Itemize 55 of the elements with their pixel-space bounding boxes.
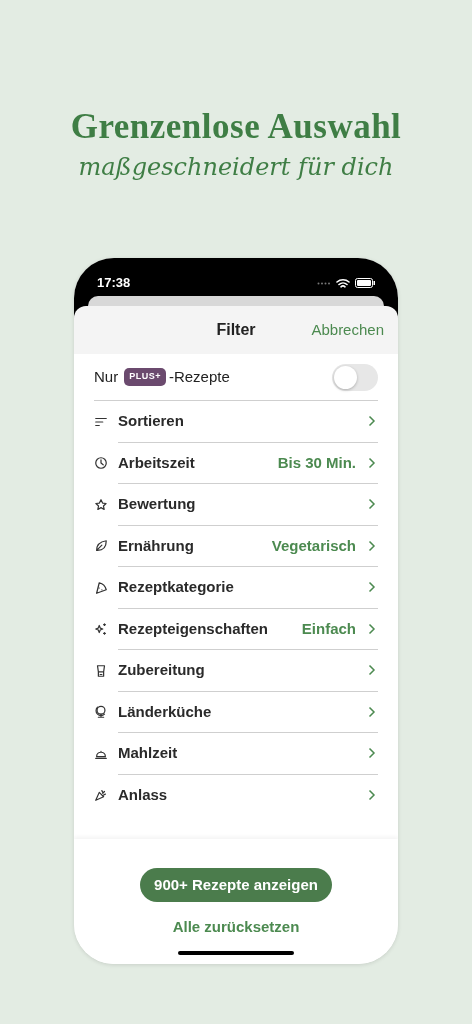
filter-label: Arbeitszeit (118, 452, 195, 473)
plus-badge: PLUS+ (124, 368, 166, 386)
wifi-icon (336, 277, 350, 289)
filter-label: Bewertung (118, 494, 196, 514)
toggle-label-suffix: -Rezepte (168, 366, 230, 387)
clock-icon (94, 456, 108, 471)
filter-value: Vegetarisch (271, 535, 356, 556)
party-popper-icon (94, 788, 108, 803)
reset-link[interactable]: Alle zurücksetzen (172, 916, 300, 939)
signal-icon (317, 281, 331, 285)
star-icon (94, 497, 108, 512)
filter-label: Zubereitung (118, 660, 205, 680)
leaf-icon (94, 539, 108, 554)
toggle-label-prefix: Nur (94, 366, 119, 387)
globe-icon (94, 705, 108, 720)
filter-row[interactable]: Bewertung (94, 484, 378, 526)
sparkles-icon (94, 622, 108, 637)
filter-row[interactable]: Rezeptkategorie (94, 567, 378, 609)
filter-row[interactable]: Sortieren (94, 401, 378, 443)
filter-value: Bis 30 Min. (277, 452, 356, 473)
chevron-icon (368, 539, 376, 552)
chevron-icon (368, 705, 376, 718)
status-time: 17:38 (97, 274, 131, 293)
chevron-icon (368, 622, 376, 635)
filter-label: Rezeptkategorie (118, 577, 234, 597)
blender-icon (94, 663, 108, 678)
filter-row[interactable]: Ernährung Vegetarisch (94, 525, 378, 567)
chevron-icon (368, 747, 376, 760)
pizza-slice-icon (94, 580, 108, 595)
cancel-button[interactable]: Abbrechen (311, 318, 384, 342)
filter-row[interactable]: Arbeitszeit Bis 30 Min. (94, 442, 378, 484)
filter-row[interactable]: Anlass (94, 774, 378, 816)
filter-label: Ernährung (118, 535, 194, 556)
show-recipes-button[interactable]: 900+ Rezepte anzeigen (140, 868, 332, 902)
filter-row[interactable]: Zubereitung (94, 650, 378, 692)
battery-icon (355, 278, 375, 288)
filter-row[interactable]: Länderküche (94, 691, 378, 733)
chevron-icon (368, 456, 376, 469)
filter-label: Rezepteigenschaften (118, 618, 269, 639)
filter-label: Sortieren (118, 411, 184, 431)
chevron-icon (368, 415, 376, 428)
filter-row[interactable]: Rezepteigenschaften Einfach (94, 608, 378, 650)
chevron-icon (368, 581, 376, 594)
filter-label: Mahlzeit (118, 743, 178, 763)
filter-label: Länderküche (118, 701, 212, 722)
subtitle: maßgeschneidert für dich (78, 152, 394, 182)
filter-value: Einfach (301, 618, 356, 639)
chevron-icon (368, 664, 376, 677)
plus-toggle[interactable] (332, 363, 378, 391)
chevron-icon (368, 498, 376, 511)
headline: Grenzenlose Auswahl (70, 106, 402, 148)
sheet-title: Filter (216, 320, 256, 340)
filter-row[interactable]: Mahlzeit (94, 733, 378, 775)
filter-label: Anlass (118, 785, 168, 805)
chevron-icon (368, 789, 376, 802)
